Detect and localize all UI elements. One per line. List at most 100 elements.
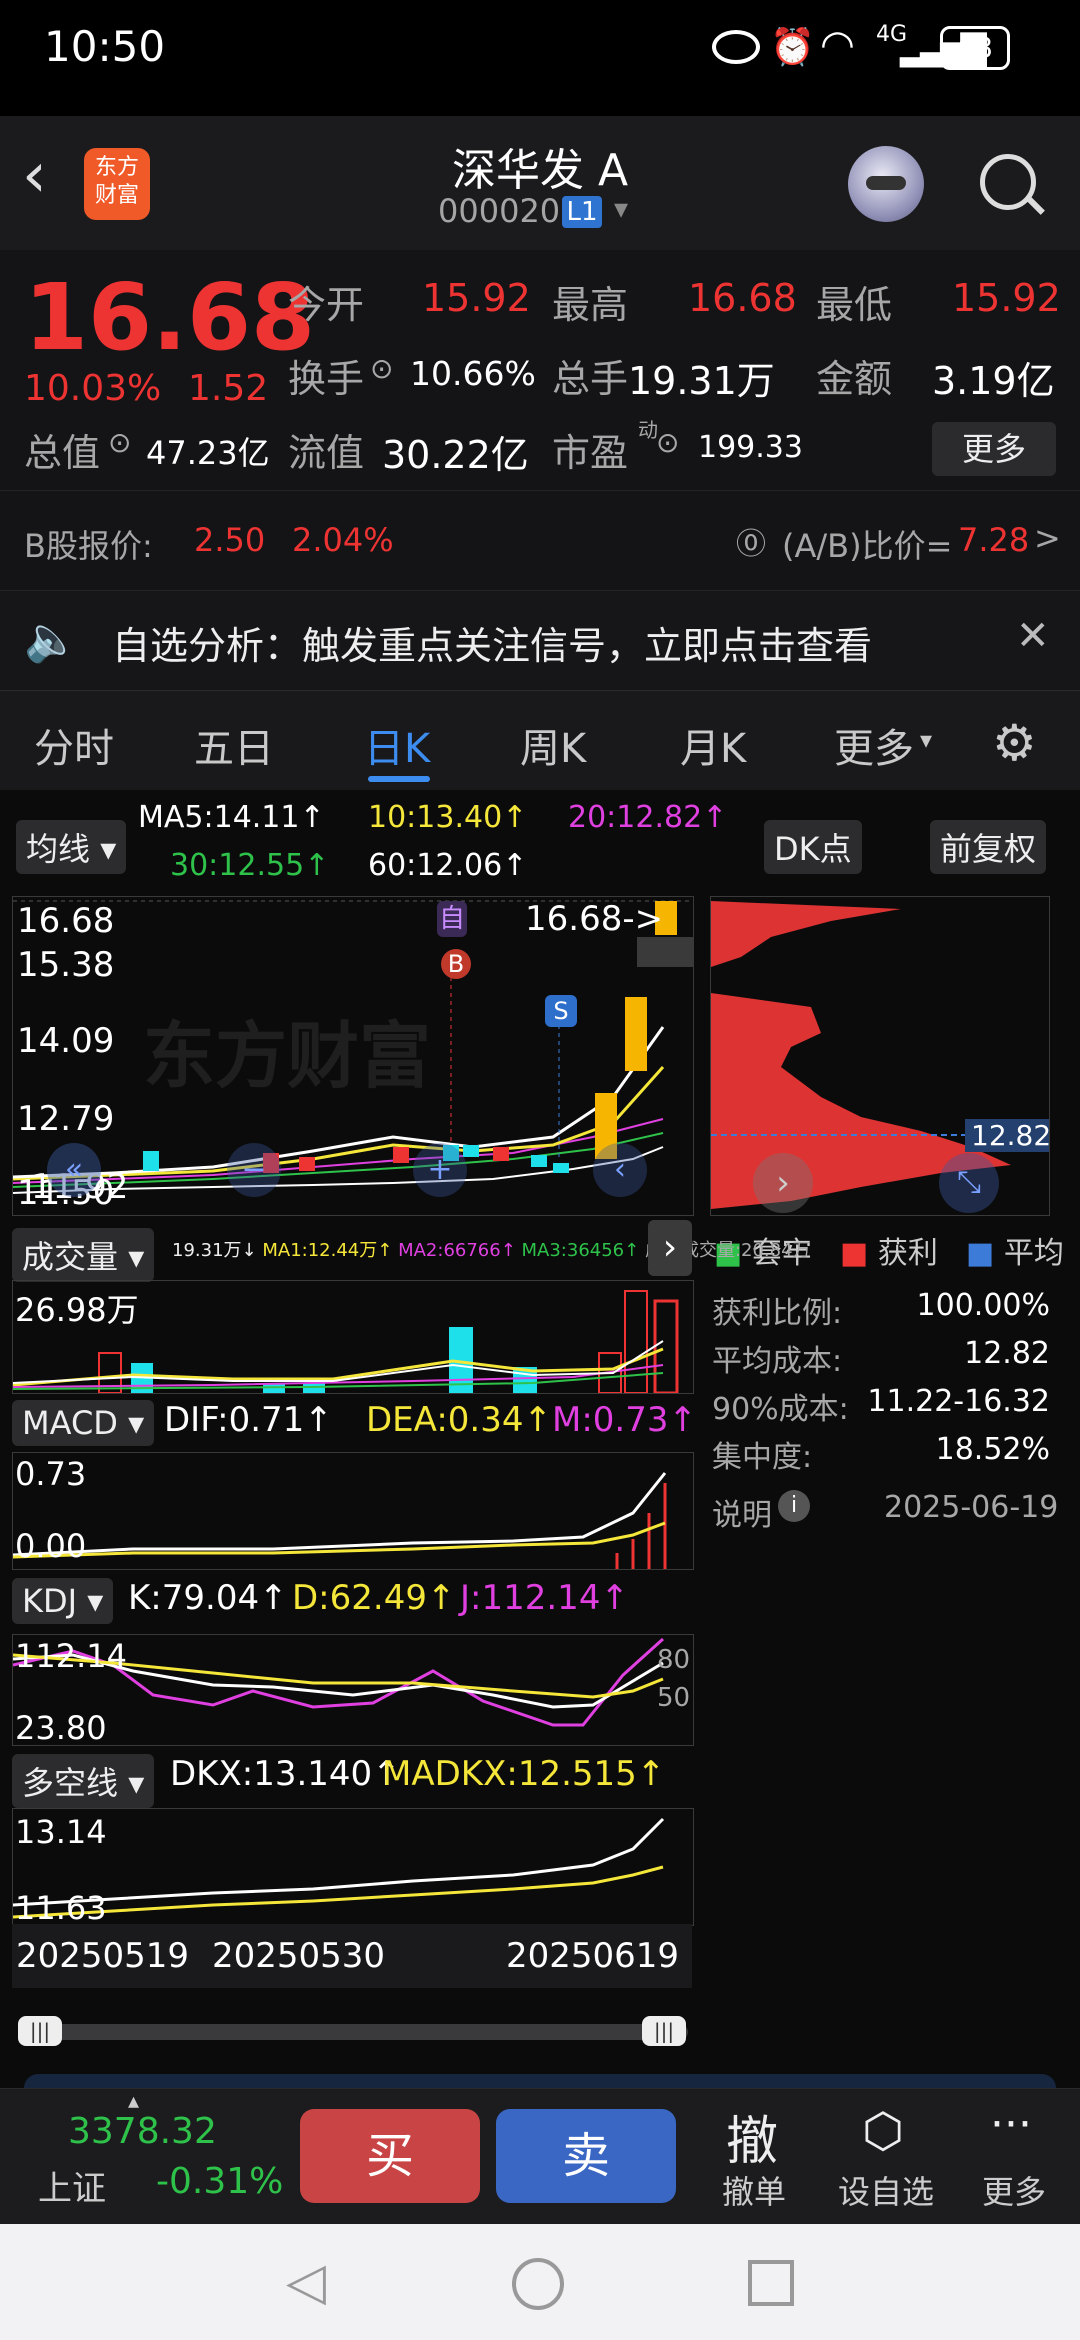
cancel-order-label[interactable]: 撤单 bbox=[722, 2167, 786, 2213]
code-dropdown-icon[interactable]: ▾ bbox=[614, 192, 628, 225]
expand-icon[interactable]: ⤡ bbox=[939, 1153, 999, 1213]
mcap-info-icon[interactable]: ⊙ bbox=[108, 426, 131, 459]
system-nav-bar: ◁ bbox=[0, 2224, 1080, 2340]
zoom-out-icon[interactable]: − bbox=[227, 1143, 281, 1197]
add-watchlist-label[interactable]: 设自选 bbox=[838, 2167, 934, 2213]
tab-daily-k[interactable]: 日K bbox=[364, 716, 430, 774]
analysis-notice[interactable]: 🔈 自选分析：触发重点关注信号，立即点击查看 ✕ bbox=[0, 590, 1080, 691]
legend-profit-label: 获利 bbox=[877, 1236, 938, 1271]
dk-point-button[interactable]: DK点 bbox=[764, 820, 862, 874]
stock-code: 000020 bbox=[438, 192, 561, 230]
tab-weekly-k[interactable]: 周K bbox=[520, 716, 586, 774]
ab-ratio-label: (A/B)比价= bbox=[782, 527, 953, 565]
b-share-row[interactable]: B股报价: 2.50 2.04% ⓪ (A/B)比价= 7.28 > bbox=[0, 490, 1080, 591]
volume-selector-label: 成交量 bbox=[22, 1238, 119, 1276]
dkx-selector[interactable]: 多空线 ▾ bbox=[12, 1754, 155, 1808]
scroll-left-icon[interactable]: « bbox=[47, 1143, 101, 1197]
nav-home-icon[interactable] bbox=[512, 2258, 564, 2310]
chip-distribution[interactable]: 12.82 › ⤡ bbox=[710, 896, 1050, 1216]
volume-chart[interactable]: 26.98万 bbox=[12, 1280, 694, 1394]
ma10-value: 10:13.40↑ bbox=[368, 800, 528, 835]
sell-button[interactable]: 卖 bbox=[496, 2109, 676, 2203]
macd-chart[interactable]: 0.73 0.00 bbox=[12, 1452, 694, 1570]
cancel-order-icon[interactable]: 撤 bbox=[726, 2099, 778, 2174]
back-icon[interactable]: ‹ bbox=[22, 138, 47, 211]
chevron-down-icon[interactable]: ▾ bbox=[920, 726, 932, 754]
index-value[interactable]: 3378.32 bbox=[68, 2111, 217, 2152]
kline-chart[interactable]: 东方财富 16.68 15.38 14.09 12.79 11.50 16.68… bbox=[12, 896, 694, 1216]
volume-ma3: MA3:36456↑ bbox=[521, 1240, 640, 1261]
scroll-right-icon[interactable]: ‹ bbox=[593, 1143, 647, 1197]
sell-marker[interactable]: S bbox=[545, 995, 577, 1027]
high-value: 16.68 bbox=[688, 276, 797, 320]
nav-back-icon[interactable]: ◁ bbox=[286, 2252, 326, 2312]
tab-five-day[interactable]: 五日 bbox=[194, 716, 274, 774]
robot-assistant-icon[interactable] bbox=[848, 146, 924, 222]
float-value: 30.22亿 bbox=[382, 433, 529, 477]
quote-panel: 16.68 10.03% 1.52 今开 15.92 最高 16.68 最低 1… bbox=[0, 250, 1080, 490]
close-icon[interactable]: ✕ bbox=[1016, 613, 1050, 659]
level-badge[interactable]: L1 bbox=[562, 196, 602, 228]
tab-more[interactable]: 更多 bbox=[834, 716, 914, 774]
turnover-info-icon[interactable]: ⊙ bbox=[370, 352, 393, 385]
macd-svg bbox=[13, 1472, 667, 1569]
y-tick-3: 14.09 bbox=[17, 1021, 115, 1061]
collapsed-panel-edge bbox=[24, 2074, 1056, 2088]
nav-recents-icon[interactable] bbox=[748, 2260, 794, 2306]
more-quote-button[interactable]: 更多 bbox=[932, 422, 1056, 476]
last-price-label: 16.68-> bbox=[525, 899, 664, 939]
legend-average-label: 平均 bbox=[1003, 1236, 1064, 1271]
chip-note-label[interactable]: 说明 bbox=[712, 1490, 772, 1534]
high-label: 最高 bbox=[552, 283, 629, 327]
open-value: 15.92 bbox=[422, 276, 531, 320]
y-tick-1: 16.68 bbox=[17, 901, 115, 941]
tab-monthly-k[interactable]: 月K bbox=[680, 716, 746, 774]
more-menu-label[interactable]: 更多 bbox=[982, 2167, 1046, 2213]
ma-selector[interactable]: 均线 ▾ bbox=[16, 820, 127, 874]
gear-icon[interactable]: ⚙ bbox=[992, 714, 1037, 772]
range-slider-track[interactable] bbox=[18, 2024, 688, 2040]
change-pct: 10.03% bbox=[24, 368, 162, 409]
info-icon[interactable]: i bbox=[778, 1490, 810, 1522]
macd-selector[interactable]: MACD ▾ bbox=[12, 1400, 155, 1446]
date-axis: 20250519 20250530 20250619 bbox=[12, 1924, 692, 1988]
kdj-selector-label: KDJ bbox=[22, 1582, 78, 1620]
low-label: 最低 bbox=[816, 283, 893, 327]
chip-row-value: 11.22-16.32 bbox=[867, 1384, 1050, 1419]
range-slider-right-handle[interactable]: ||| bbox=[642, 2016, 686, 2046]
buy-marker[interactable]: B bbox=[441, 949, 471, 979]
pe-info-icon[interactable]: ⊙ bbox=[656, 426, 679, 459]
buy-button[interactable]: 买 bbox=[300, 2109, 480, 2203]
watchlist-marker[interactable]: 自 bbox=[437, 901, 467, 937]
more-dots-icon[interactable]: ··· bbox=[990, 2099, 1032, 2150]
kdj-chart[interactable]: 112.14 23.80 80 50 bbox=[12, 1634, 694, 1746]
ma-selector-label: 均线 bbox=[26, 830, 91, 868]
trade-bar: ▴ 3378.32 上证 -0.31% 买 卖 撤 撤单 ⬡ 设自选 ··· 更… bbox=[0, 2088, 1080, 2225]
dkx-chart[interactable]: 13.14 11.63 bbox=[12, 1808, 694, 1926]
current-price: 16.68 bbox=[24, 264, 316, 371]
pe-value: 199.33 bbox=[698, 430, 803, 465]
range-slider-left-handle[interactable]: ||| bbox=[18, 2016, 62, 2046]
zoom-in-icon[interactable]: + bbox=[413, 1143, 467, 1197]
macd-dif: DIF:0.71↑ bbox=[164, 1400, 333, 1440]
kdj-selector[interactable]: KDJ ▾ bbox=[12, 1578, 114, 1624]
tab-intraday[interactable]: 分时 bbox=[34, 716, 114, 774]
notice-text[interactable]: 自选分析：触发重点关注信号，立即点击查看 bbox=[112, 615, 872, 670]
b-share-label: B股报价: bbox=[24, 527, 153, 565]
date-tick: 20250519 bbox=[16, 1936, 190, 1976]
chip-row-label: 获利比例: bbox=[712, 1296, 843, 1331]
volume-label: 总手 bbox=[552, 357, 629, 401]
price-adjust-button[interactable]: 前复权 bbox=[930, 820, 1047, 874]
volume-total: 19.31万↓ bbox=[172, 1240, 257, 1261]
tab-active-indicator bbox=[368, 776, 430, 782]
hexagon-settings-icon[interactable]: ⬡ bbox=[862, 2103, 904, 2159]
dkx-svg bbox=[13, 1817, 665, 1919]
expand-indicators-icon[interactable]: › bbox=[648, 1220, 692, 1276]
dkx-y1: 13.14 bbox=[15, 1813, 107, 1851]
help-icon[interactable]: ⓪ bbox=[736, 519, 766, 563]
chip-next-icon[interactable]: › bbox=[753, 1153, 813, 1213]
avg-cost-label: 12.82 bbox=[965, 1119, 1049, 1152]
stock-name: 深华发 A bbox=[451, 145, 629, 196]
volume-selector[interactable]: 成交量 ▾ bbox=[12, 1228, 155, 1282]
kdj-y1: 112.14 bbox=[15, 1637, 127, 1675]
